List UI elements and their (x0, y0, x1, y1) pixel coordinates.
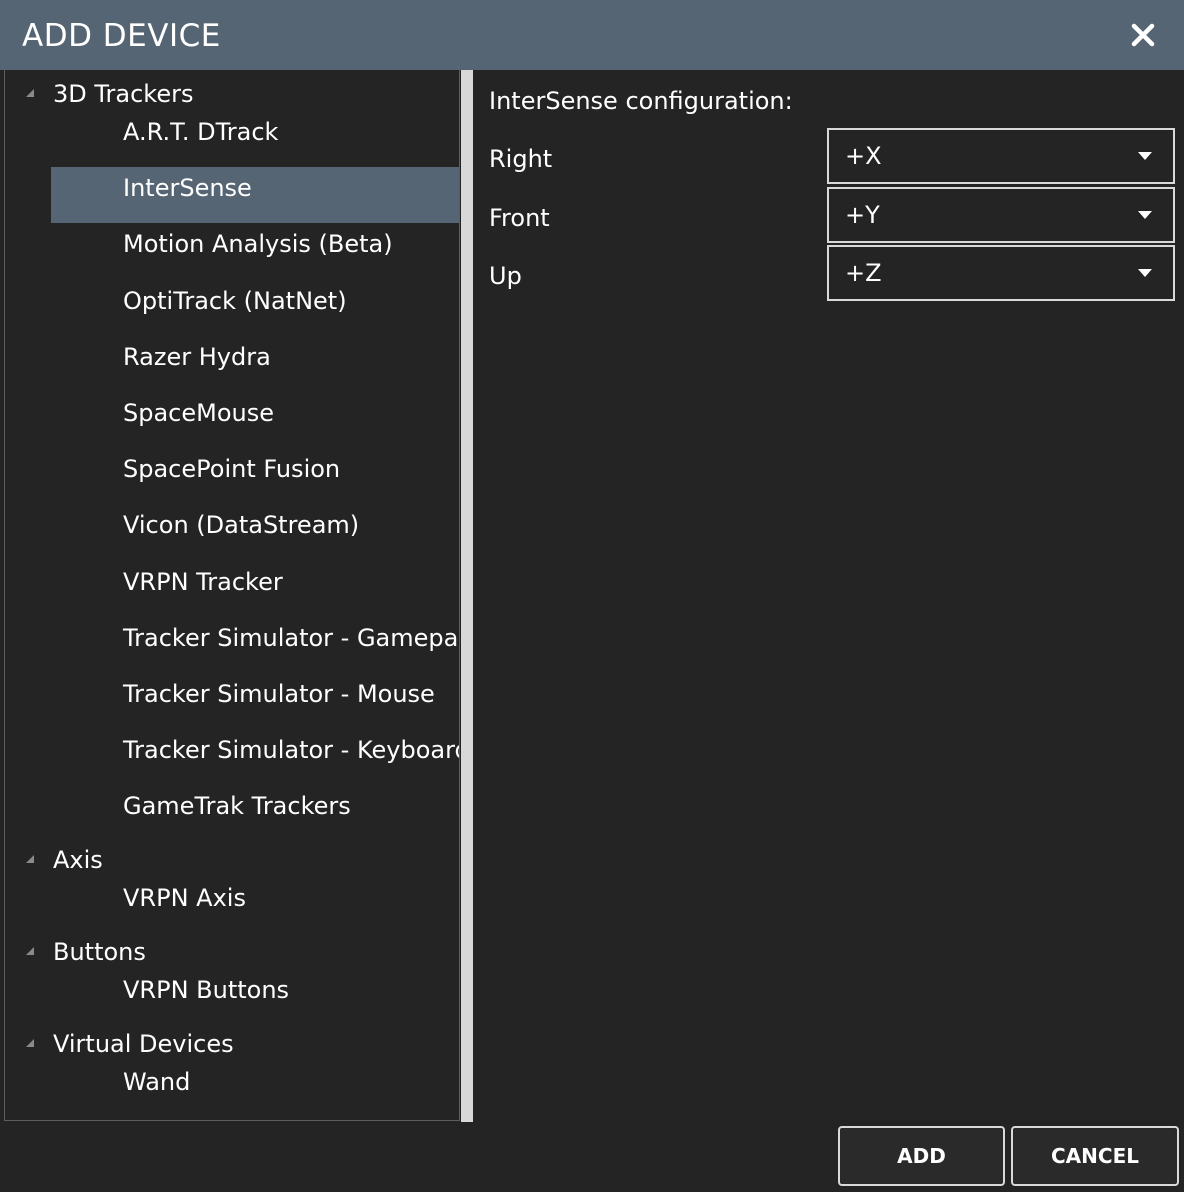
axis-label-right: Right (489, 145, 553, 173)
tree-item[interactable]: VRPN Tracker (51, 561, 459, 617)
tree-item[interactable]: OptiTrack (NatNet) (51, 280, 459, 336)
tree-item-label: VRPN Buttons (123, 976, 290, 1005)
panel-splitter[interactable] (461, 70, 473, 1122)
tree-item-label: SpaceMouse (123, 399, 275, 427)
tree-item-label: A.R.T. DTrack (123, 118, 279, 146)
dialog-footer: ADD CANCEL (0, 1122, 1184, 1192)
up-axis-value: +Z (845, 259, 882, 287)
tree-category-label: Buttons (53, 938, 146, 967)
tree-item-label: VRPN Axis (123, 884, 246, 913)
tree-category[interactable]: Virtual Devices (5, 1025, 459, 1063)
chevron-down-icon (1138, 152, 1152, 160)
chevron-down-icon (1138, 269, 1152, 277)
tree-item-label: InterSense (123, 174, 252, 203)
tree-category-label: 3D Trackers (53, 80, 194, 108)
tree-item[interactable]: A.R.T. DTrack (51, 111, 459, 167)
up-axis-select[interactable]: +Z (827, 245, 1175, 301)
chevron-down-icon (1138, 211, 1152, 219)
tree-item[interactable]: Tracker Simulator - Keyboard (51, 729, 460, 785)
tree-category-label: Virtual Devices (53, 1030, 234, 1059)
front-axis-value: +Y (845, 201, 880, 229)
add-device-dialog: ADD DEVICE 3D Trackers A.R.T. DTrack Inter… (0, 0, 1184, 1192)
tree-item[interactable]: SpaceMouse (51, 392, 459, 448)
tree-item[interactable]: Wand (51, 1061, 459, 1117)
tree-category[interactable]: 3D Trackers (5, 75, 459, 113)
tree-category-label: Axis (53, 846, 103, 875)
tree-item-label: VRPN Tracker (123, 567, 283, 596)
tree-item[interactable]: VRPN Axis (51, 877, 459, 933)
tree-item-label: Tracker Simulator - Mouse (123, 680, 435, 708)
config-panel: InterSense configuration: Right +X Front… (474, 70, 1184, 1122)
title-bar: ADD DEVICE (0, 0, 1184, 70)
tree-item[interactable]: SpacePoint Fusion (51, 448, 459, 504)
tree-item[interactable]: Tracker Simulator - Mouse (51, 673, 459, 729)
tree-category[interactable]: Axis (5, 841, 459, 879)
expander-triangle-icon[interactable] (25, 88, 35, 98)
expander-triangle-icon[interactable] (25, 1038, 35, 1048)
tree-item[interactable]: InterSense (51, 167, 459, 224)
dialog-title: ADD DEVICE (22, 18, 221, 54)
tree-item[interactable]: Tracker Simulator - Gamepad (51, 617, 460, 673)
tree-item-label: Motion Analysis (Beta) (123, 230, 393, 259)
tree-item[interactable]: Motion Analysis (Beta) (51, 223, 459, 279)
tree-item-label: GameTrak Trackers (123, 792, 351, 821)
right-axis-select[interactable]: +X (827, 128, 1175, 184)
tree-item-label: Vicon (DataStream) (123, 511, 360, 540)
tree-item[interactable]: Vicon (DataStream) (51, 504, 459, 560)
tree-item[interactable]: VRPN Buttons (51, 969, 459, 1025)
device-tree: 3D Trackers A.R.T. DTrack InterSense Motion… (4, 70, 460, 1121)
right-axis-value: +X (845, 142, 882, 170)
tree-item[interactable]: GameTrak Trackers (51, 785, 459, 841)
close-icon[interactable] (1124, 16, 1162, 54)
front-axis-select[interactable]: +Y (827, 187, 1175, 243)
axis-label-up: Up (489, 262, 522, 290)
config-title: InterSense configuration: (489, 87, 793, 115)
cancel-button[interactable]: CANCEL (1011, 1126, 1179, 1186)
tree-item-label: Tracker Simulator - Keyboard (123, 736, 460, 765)
tree-item-label: OptiTrack (NatNet) (123, 286, 347, 315)
expander-triangle-icon[interactable] (25, 946, 35, 956)
tree-item-label: Tracker Simulator - Gamepad (123, 623, 460, 652)
tree-item-label: SpacePoint Fusion (123, 455, 341, 484)
expander-triangle-icon[interactable] (25, 854, 35, 864)
tree-item-label: Wand (123, 1068, 191, 1097)
axis-label-front: Front (489, 204, 550, 232)
tree-category[interactable]: Buttons (5, 933, 459, 971)
tree-item[interactable]: Razer Hydra (51, 336, 459, 392)
tree-item-label: Razer Hydra (123, 342, 271, 371)
add-button[interactable]: ADD (838, 1126, 1005, 1186)
